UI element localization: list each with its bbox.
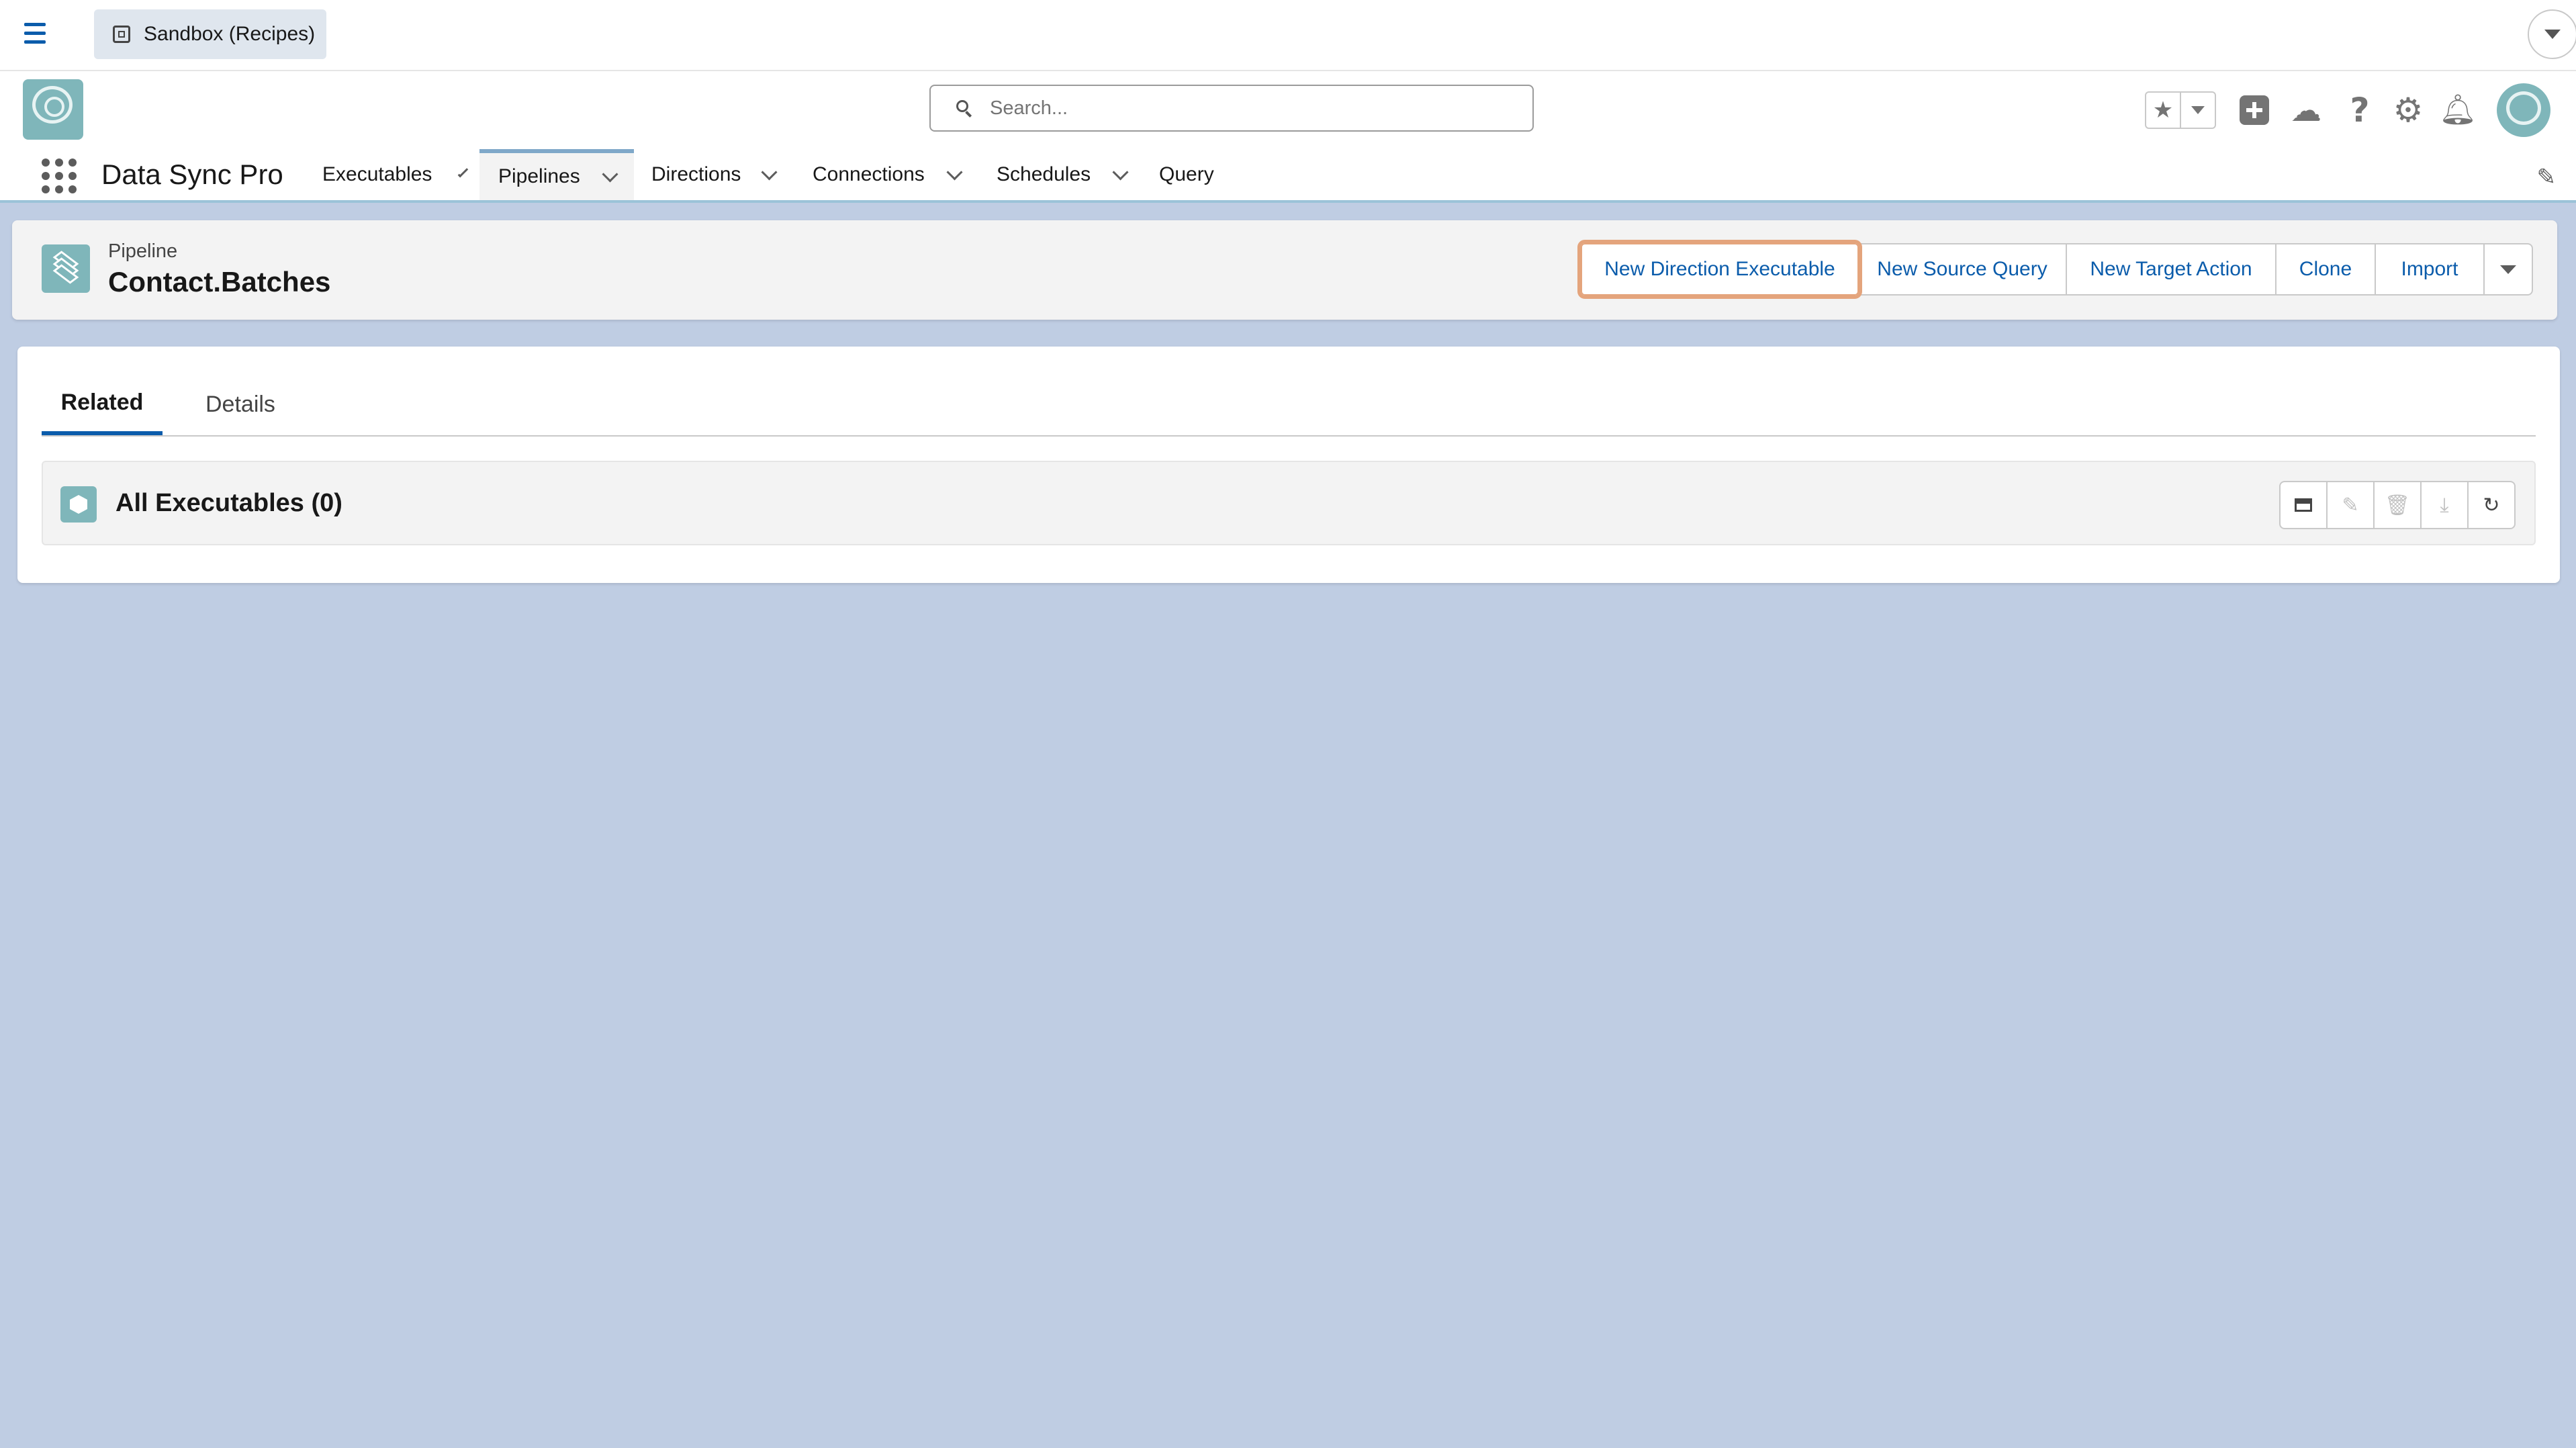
nav-item-label: Pipelines	[498, 165, 580, 187]
new-target-action-button[interactable]: New Target Action	[2066, 243, 2276, 296]
setup-button[interactable]: ⚙	[2392, 91, 2424, 130]
sandbox-pill[interactable]: Sandbox (Recipes)	[94, 9, 326, 59]
record-title: Contact.Batches	[108, 266, 331, 298]
related-card: Related Details All Executables (0) ✎ 🗑︎…	[17, 347, 2560, 583]
trailhead-icon: ☁	[2291, 92, 2321, 128]
star-icon[interactable]: ★	[2146, 93, 2181, 128]
edit-nav-pencil-icon[interactable]: ✎	[2537, 164, 2557, 191]
chevron-down-icon	[2500, 265, 2516, 274]
nav-item-schedules[interactable]: Schedules	[979, 149, 1140, 200]
nav-item-pipelines[interactable]: Pipelines	[479, 149, 634, 200]
nav-item-executables[interactable]: Executables	[304, 149, 469, 200]
new-direction-executable-button[interactable]: New Direction Executable	[1577, 240, 1862, 299]
nav-item-query[interactable]: Query	[1142, 149, 1242, 200]
tab-related[interactable]: Related	[42, 373, 163, 435]
nav-item-directions[interactable]: Directions	[634, 149, 788, 200]
card-view-icon[interactable]	[2279, 481, 2328, 529]
nav-item-label: Query	[1159, 163, 1214, 185]
gear-icon: ⚙	[2393, 91, 2424, 130]
search-icon	[956, 100, 972, 116]
help-button[interactable]: ?	[2344, 91, 2376, 130]
download-icon[interactable]: ⤓	[2420, 481, 2469, 529]
related-list-actions: ✎ 🗑︎ ⤓ ↻	[2279, 481, 2516, 529]
global-header: ★ ☁ ? ⚙ 🔔︎	[0, 71, 2576, 149]
chevron-down-icon[interactable]	[946, 163, 963, 181]
record-tabs: Related Details	[42, 373, 2536, 437]
plus-icon	[2240, 95, 2269, 125]
nav-item-connections[interactable]: Connections	[795, 149, 976, 200]
tab-details[interactable]: Details	[205, 373, 313, 435]
chevron-down-icon	[2191, 106, 2205, 114]
chevron-down-icon[interactable]	[458, 167, 469, 177]
nav-item-label: Executables	[322, 163, 432, 185]
chevron-down-icon[interactable]	[1112, 163, 1129, 181]
more-actions-button[interactable]	[2483, 243, 2533, 296]
pipeline-layers-icon	[42, 244, 90, 293]
global-actions-button[interactable]	[2238, 94, 2270, 126]
related-list-all-executables: All Executables (0) ✎ 🗑︎ ⤓ ↻	[42, 461, 2536, 545]
nav-item-label: Connections	[813, 163, 925, 185]
search-input[interactable]	[988, 96, 1502, 120]
avatar[interactable]	[2497, 83, 2550, 137]
refresh-icon[interactable]: ↻	[2467, 481, 2516, 529]
app-nav-bar: Data Sync Pro Executables Pipelines Dire…	[0, 149, 2576, 203]
sandbox-bar: Sandbox (Recipes)	[0, 0, 2576, 71]
delete-icon[interactable]: 🗑︎	[2373, 481, 2422, 529]
chevron-down-icon	[2544, 30, 2561, 39]
org-logo[interactable]	[23, 79, 83, 140]
record-header: Pipeline Contact.Batches New Direction E…	[12, 220, 2557, 320]
record-type-label: Pipeline	[108, 240, 178, 262]
global-search[interactable]	[929, 85, 1534, 132]
new-source-query-button[interactable]: New Source Query	[1857, 243, 2067, 296]
sandbox-label: Sandbox (Recipes)	[144, 23, 316, 45]
clone-button[interactable]: Clone	[2275, 243, 2376, 296]
bell-icon: 🔔︎	[2439, 93, 2477, 127]
record-action-buttons: New Direction Executable New Source Quer…	[1577, 240, 2533, 299]
nav-item-label: Directions	[651, 163, 741, 185]
favorites-dropdown-button[interactable]	[2181, 93, 2215, 128]
sandbox-dropdown-button[interactable]	[2528, 9, 2576, 59]
sandbox-icon	[113, 26, 130, 43]
notifications-button[interactable]: 🔔︎	[2439, 93, 2477, 127]
help-icon: ?	[2350, 91, 2370, 130]
nav-item-label: Schedules	[997, 163, 1091, 185]
related-list-title[interactable]: All Executables (0)	[116, 489, 342, 518]
chevron-down-icon[interactable]	[602, 165, 618, 183]
import-button[interactable]: Import	[2375, 243, 2485, 296]
hamburger-menu-icon[interactable]	[24, 23, 46, 47]
chevron-down-icon[interactable]	[761, 163, 778, 181]
app-name: Data Sync Pro	[101, 159, 283, 190]
edit-icon[interactable]: ✎	[2326, 481, 2375, 529]
executable-hexagon-icon	[60, 486, 97, 523]
app-launcher-icon[interactable]	[42, 159, 77, 193]
trailhead-button[interactable]: ☁	[2290, 94, 2322, 126]
favorites-group: ★	[2145, 91, 2216, 129]
